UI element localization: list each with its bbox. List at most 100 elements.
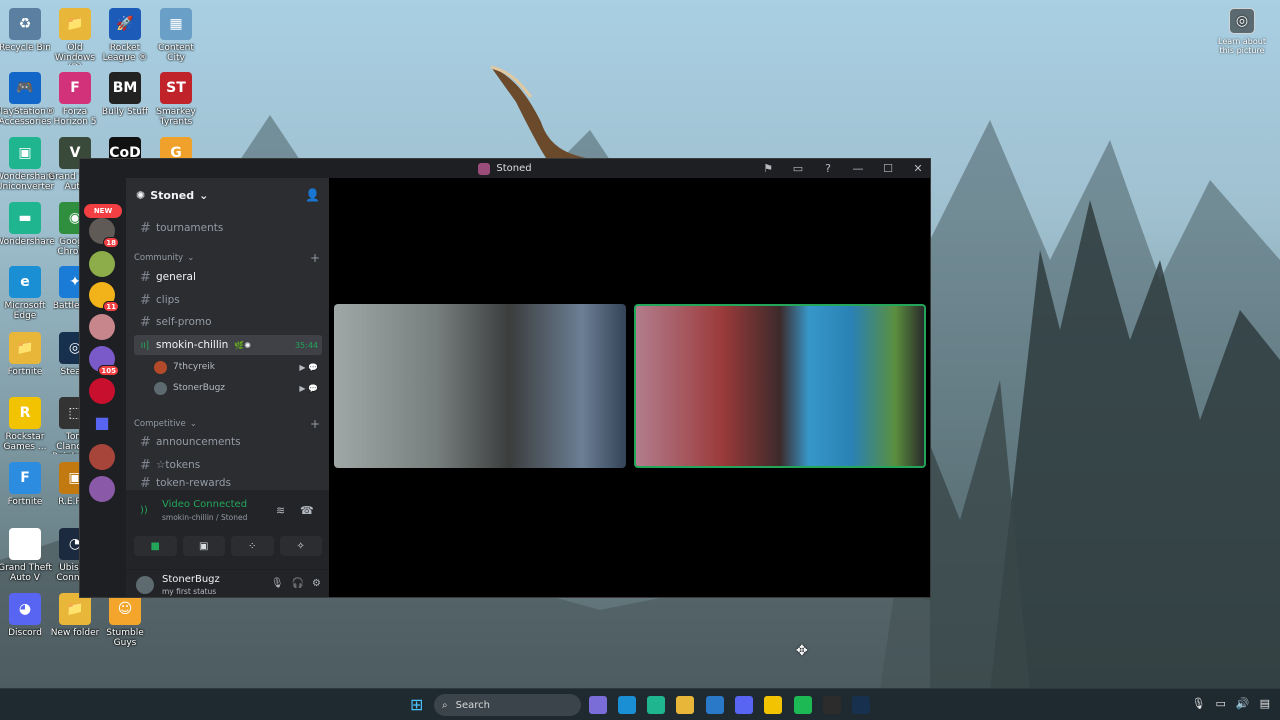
- avatar[interactable]: [136, 576, 154, 594]
- server-icon[interactable]: [89, 378, 115, 404]
- maximize-button[interactable]: ☐: [882, 162, 894, 175]
- disconnect-icon[interactable]: ☎: [300, 504, 314, 517]
- desktop-icon[interactable]: ♻ Recycle Bin: [0, 8, 53, 53]
- add-channel-icon[interactable]: +: [310, 417, 320, 431]
- activities-button[interactable]: ⁘: [231, 536, 274, 556]
- desktop-icon[interactable]: 📁 Old Windows (D): [47, 8, 103, 65]
- voice-user[interactable]: StonerBugz ▶ 💬: [154, 379, 320, 397]
- server-icon[interactable]: [89, 251, 115, 277]
- system-tray: 🎙 ▭ 🔊 ▤: [1192, 697, 1270, 710]
- steam-icon[interactable]: [852, 696, 870, 714]
- category-community[interactable]: Community ⌄ +: [134, 251, 322, 265]
- server-icon[interactable]: [89, 444, 115, 470]
- server-list: NEW 18 11 105 ■: [80, 178, 126, 597]
- chevron-down-icon: ⌄: [187, 253, 195, 263]
- server-icon[interactable]: 18: [89, 218, 119, 248]
- app-icon: ▣: [9, 137, 41, 169]
- headphones-icon[interactable]: 🎧: [292, 578, 304, 589]
- desktop-icon[interactable]: ▯ Grand Theft Auto V: [0, 528, 53, 583]
- rockstar-icon[interactable]: [764, 696, 782, 714]
- microphone-icon[interactable]: 🎙: [1192, 697, 1206, 710]
- voice-timer: 35:44: [294, 340, 318, 350]
- store-icon[interactable]: [706, 696, 724, 714]
- channel-general[interactable]: # general: [134, 267, 322, 287]
- app-icon: ▯: [9, 528, 41, 560]
- file-explorer-icon[interactable]: [676, 696, 694, 714]
- voice-user[interactable]: 7thcyreik ▶ 💬: [154, 358, 320, 376]
- hawk-image: [490, 65, 586, 158]
- server-icon[interactable]: 11: [89, 282, 119, 312]
- server-icon[interactable]: [89, 476, 115, 502]
- video-tile[interactable]: [334, 304, 626, 468]
- discord-icon[interactable]: [735, 696, 753, 714]
- video-tile-speaking[interactable]: [634, 304, 926, 468]
- soundboard-button[interactable]: ✧: [279, 536, 322, 556]
- desktop-icon-label: Bully Stuff: [101, 107, 149, 117]
- channel-tournaments[interactable]: # tournaments: [134, 218, 322, 238]
- voice-status[interactable]: Video Connected: [162, 499, 247, 510]
- desktop-icon[interactable]: BM Bully Stuff: [97, 72, 153, 117]
- volume-icon[interactable]: 🔊: [1236, 697, 1250, 710]
- channel-announcements[interactable]: # announcements: [134, 432, 322, 452]
- desktop-icon[interactable]: ▣ Wondershare Uniconverter: [0, 137, 55, 192]
- category-competitive[interactable]: Competitive ⌄ +: [134, 417, 322, 431]
- copilot-icon[interactable]: [589, 696, 607, 714]
- channel-token-rewards[interactable]: # token-rewards: [134, 477, 322, 489]
- title-bar: Stoned ⚑ ▭ ? — ☐ ✕: [80, 159, 930, 178]
- app-icon: 🎮: [9, 72, 41, 104]
- app-icon: 🚀: [109, 8, 141, 40]
- desktop-icon[interactable]: e Microsoft Edge: [0, 266, 53, 321]
- channel-tokens[interactable]: # ☆tokens: [134, 455, 322, 475]
- help-icon[interactable]: ?: [822, 162, 834, 175]
- channel-sidebar: ✺ Stoned ⌄ 👤 # tournaments Community ⌄ +…: [126, 178, 329, 597]
- close-button[interactable]: ✕: [912, 162, 924, 175]
- server-header[interactable]: ✺ Stoned ⌄ 👤: [126, 178, 329, 212]
- desktop-icon[interactable]: ▬ Wondershare: [0, 202, 55, 247]
- desktop-icon[interactable]: ☺ Stumble Guys: [97, 593, 153, 648]
- edge-icon[interactable]: [618, 696, 636, 714]
- inbox-icon[interactable]: ⚑: [762, 162, 774, 175]
- server-icon[interactable]: ■: [89, 410, 115, 436]
- server-icon[interactable]: [89, 314, 115, 340]
- gear-icon[interactable]: ⚙: [312, 578, 321, 589]
- server-icon: [478, 162, 491, 175]
- wondershare-icon[interactable]: [647, 696, 665, 714]
- learn-about-picture[interactable]: ◎ Learn about this picture: [1217, 8, 1267, 55]
- desktop-icon[interactable]: ST Smarkey Tyrants: [148, 72, 204, 127]
- desktop-icon[interactable]: R Rockstar Games ...: [0, 397, 53, 452]
- hash-icon: #: [140, 220, 151, 236]
- screen-icon[interactable]: ▭: [792, 162, 804, 175]
- add-channel-icon[interactable]: +: [310, 251, 320, 265]
- search-input[interactable]: ⌕ Search: [434, 694, 581, 716]
- server-icon[interactable]: 105: [89, 346, 119, 376]
- start-button[interactable]: ⊞: [410, 696, 428, 714]
- desktop-icon[interactable]: 📁 New folder: [47, 593, 103, 638]
- microphone-icon[interactable]: 🎙: [271, 578, 284, 589]
- desktop-icon[interactable]: F Forza Horizon 5: [47, 72, 103, 127]
- video-icon: ▶ 💬: [299, 383, 318, 393]
- desktop-icon[interactable]: 🚀 Rocket League ®: [97, 8, 153, 63]
- new-badge[interactable]: NEW: [84, 204, 122, 218]
- epic-icon[interactable]: [823, 696, 841, 714]
- desktop-icon[interactable]: F Fortnite: [0, 462, 53, 507]
- minimize-button[interactable]: —: [852, 162, 864, 175]
- voice-channel-smokin-chillin[interactable]: ıı| smokin-chillin 🌿✺ 35:44: [134, 335, 322, 355]
- camera-button[interactable]: ■: [134, 536, 177, 556]
- desktop-icon[interactable]: 🎮 PlayStation® Accessories: [0, 72, 55, 127]
- window-title: Stoned: [496, 163, 532, 174]
- display-icon[interactable]: ▭: [1215, 697, 1225, 710]
- desktop-icon[interactable]: ▦ Content City: [148, 8, 204, 63]
- screen-share-button[interactable]: ▣: [182, 536, 225, 556]
- username[interactable]: StonerBugz: [162, 574, 220, 585]
- desktop-icon-label: Grand Theft Auto V: [0, 563, 52, 583]
- channel-clips[interactable]: # clips: [134, 290, 322, 310]
- channel-label: ☆tokens: [156, 459, 201, 471]
- channel-self-promo[interactable]: # self-promo: [134, 312, 322, 332]
- app-icon: ▬: [9, 202, 41, 234]
- desktop-icon[interactable]: ◕ Discord: [0, 593, 53, 638]
- invite-icon[interactable]: 👤: [305, 188, 320, 202]
- notification-icon[interactable]: ▤: [1260, 697, 1270, 710]
- spotify-icon[interactable]: [794, 696, 812, 714]
- desktop-icon[interactable]: 📁 Fortnite: [0, 332, 53, 377]
- noise-suppression-icon[interactable]: ≋: [276, 504, 285, 517]
